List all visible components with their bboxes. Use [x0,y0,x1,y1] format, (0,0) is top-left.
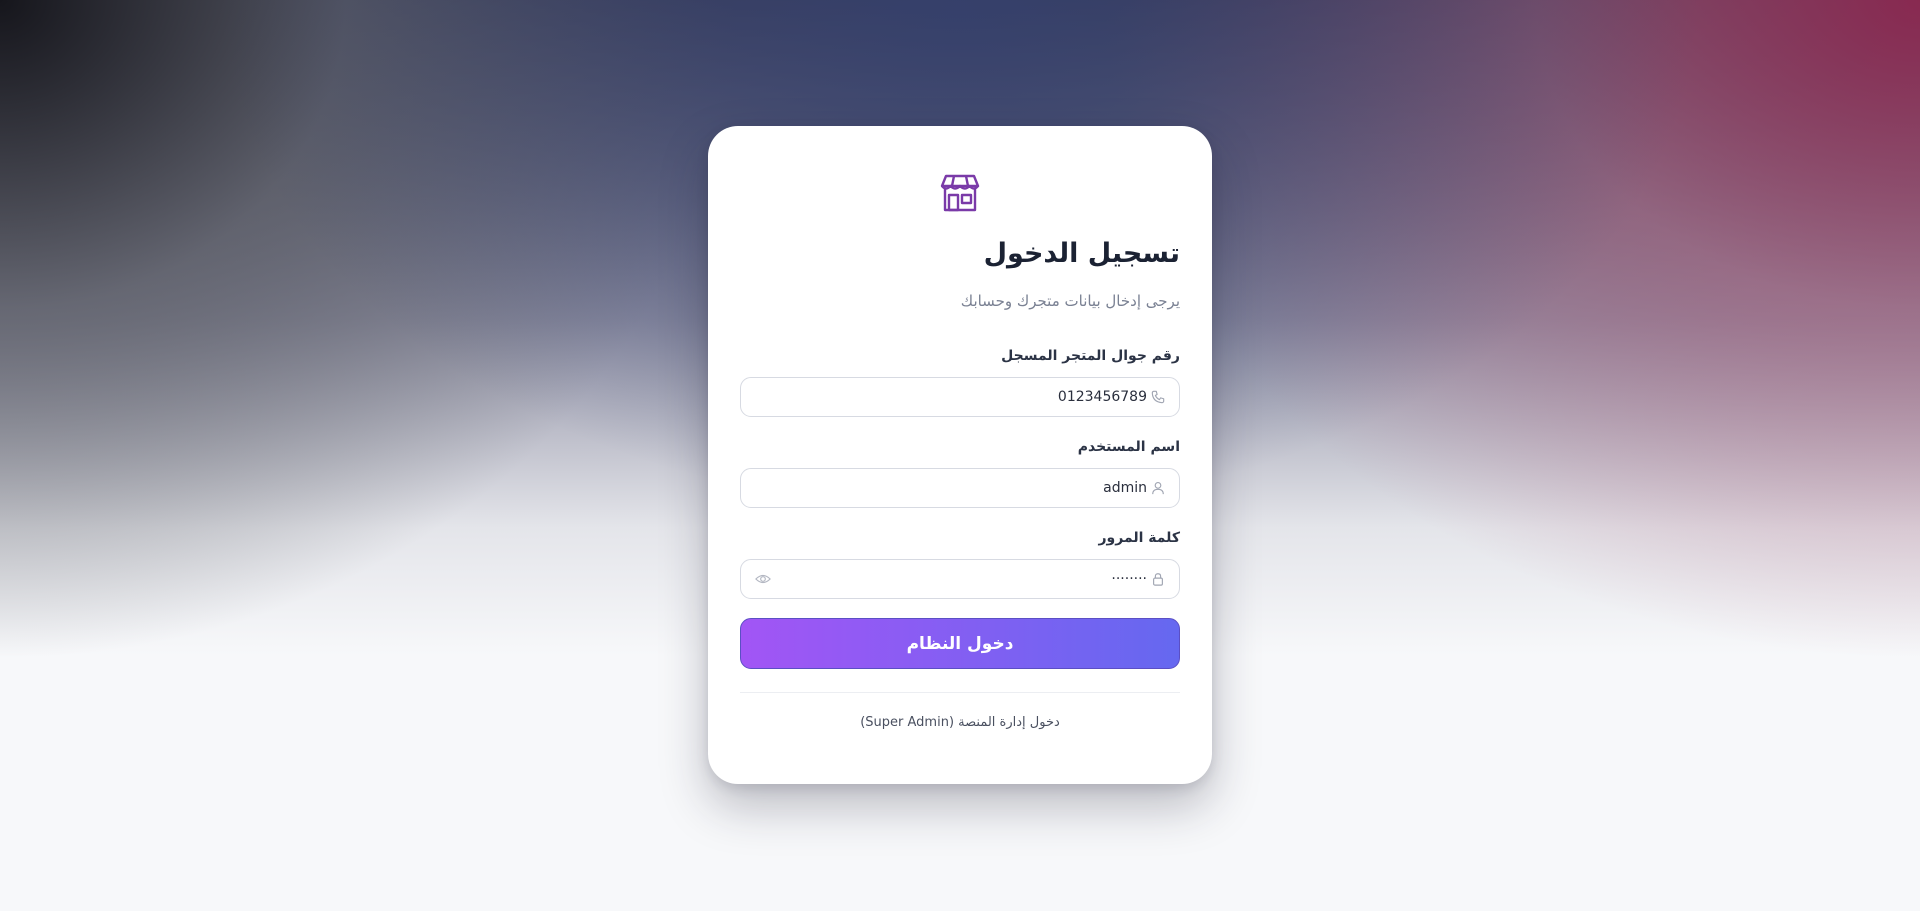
phone-label: رقم جوال المتجر المسجل [1001,348,1180,364]
username-input[interactable] [755,469,1147,507]
store-icon [940,174,980,212]
login-button[interactable]: دخول النظام [740,618,1180,669]
phone-field[interactable] [740,377,1180,417]
login-card: تسجيل الدخول يرجى إدخال بيانات متجرك وحس… [708,126,1212,784]
divider [740,692,1180,693]
phone-input[interactable] [755,378,1147,416]
password-field[interactable] [740,559,1180,599]
page-title: تسجيل الدخول [983,238,1180,269]
super-admin-link[interactable]: دخول إدارة المنصة (Super Admin) [708,715,1212,730]
eye-icon[interactable] [755,572,771,586]
password-label: كلمة المرور [1098,530,1180,546]
page-subtitle: يرجى إدخال بيانات متجرك وحسابك [960,292,1180,310]
user-icon [1152,482,1164,495]
phone-icon [1151,390,1165,404]
username-field[interactable] [740,468,1180,508]
password-input[interactable] [771,560,1147,598]
lock-icon [1153,573,1163,586]
username-label: اسم المستخدم [1077,439,1180,455]
